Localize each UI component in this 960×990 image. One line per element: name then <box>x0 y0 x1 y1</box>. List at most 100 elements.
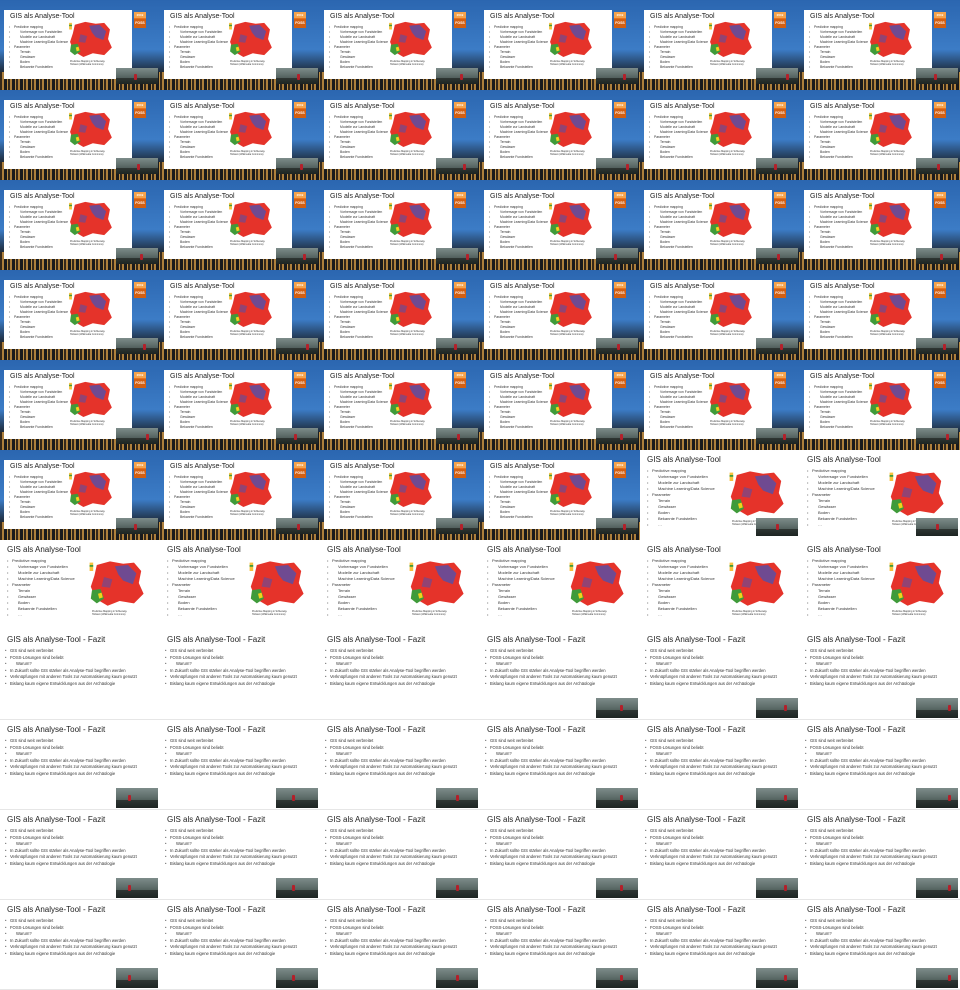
bullet-item: In Zukunft sollte GIS stärker als Analys… <box>325 938 457 945</box>
bullet-list: GIS sind weit verbreitetFOSS-Lösungen si… <box>805 828 937 868</box>
foss-logo-year: 2019 <box>454 282 466 288</box>
slide-thumbnail-59[interactable]: GIS als Analyse-Tool - Fazit GIS sind wei… <box>800 810 960 900</box>
slide-thumbnail-38[interactable]: GIS als Analyse-Tool Predictive mappingVo… <box>320 540 480 630</box>
speaker-video-inset <box>436 518 478 534</box>
foss-logo-text: FOSS <box>294 19 306 28</box>
slide-thumbnail-61[interactable]: GIS als Analyse-Tool - Fazit GIS sind wei… <box>160 900 320 990</box>
slide-thumbnail-45[interactable]: GIS als Analyse-Tool - Fazit GIS sind wei… <box>480 630 640 720</box>
slide-thumbnail-26[interactable]: GIS als Analyse-Tool Predictive mappingVo… <box>320 360 480 450</box>
slide-thumbnail-36[interactable]: GIS als Analyse-Tool Predictive mappingVo… <box>0 540 160 630</box>
slide-thumbnail-0[interactable]: GIS als Analyse-Tool Predictive mappingVo… <box>0 0 160 90</box>
slide-thumbnail-21[interactable]: GIS als Analyse-Tool Predictive mappingVo… <box>480 270 640 360</box>
slide-thumbnail-28[interactable]: GIS als Analyse-Tool Predictive mappingVo… <box>640 360 800 450</box>
slide-thumbnail-27[interactable]: GIS als Analyse-Tool Predictive mappingVo… <box>480 360 640 450</box>
slide-thumbnail-7[interactable]: GIS als Analyse-Tool Predictive mappingVo… <box>160 90 320 180</box>
slide-thumbnail-24[interactable]: GIS als Analyse-Tool Predictive mappingVo… <box>0 360 160 450</box>
slide-thumbnail-16[interactable]: GIS als Analyse-Tool Predictive mappingVo… <box>640 180 800 270</box>
bullet-item: Bislang kaum eigene Entwicklungen aus de… <box>165 951 297 958</box>
slide-thumbnail-41[interactable]: GIS als Analyse-Tool Predictive mappingVo… <box>800 540 960 630</box>
slide-thumbnail-1[interactable]: GIS als Analyse-Tool Predictive mappingVo… <box>160 0 320 90</box>
foss-logo-text: FOSS <box>934 199 946 208</box>
slide-thumbnail-53[interactable]: GIS als Analyse-Tool - Fazit GIS sind wei… <box>800 720 960 810</box>
slide-thumbnail-31[interactable]: GIS als Analyse-Tool Predictive mappingVo… <box>160 450 320 540</box>
slide-panel: GIS als Analyse-Tool Predictive mappingVo… <box>804 100 932 169</box>
slide-thumbnail-2[interactable]: GIS als Analyse-Tool Predictive mappingVo… <box>320 0 480 90</box>
slide-thumbnail-14[interactable]: GIS als Analyse-Tool Predictive mappingVo… <box>320 180 480 270</box>
slide-thumbnail-6[interactable]: GIS als Analyse-Tool Predictive mappingVo… <box>0 90 160 180</box>
speaker-video-inset <box>116 68 158 84</box>
bullet-item: … <box>327 612 395 618</box>
slide-thumbnail-22[interactable]: GIS als Analyse-Tool Predictive mappingVo… <box>640 270 800 360</box>
slide-thumbnail-34[interactable]: GIS als Analyse-Tool Predictive mappingVo… <box>640 450 800 540</box>
slide-thumbnail-20[interactable]: GIS als Analyse-Tool Predictive mappingVo… <box>320 270 480 360</box>
bullet-item: Verknüpfungen mit anderen Tools zur Auto… <box>325 944 457 951</box>
slide-thumbnail-50[interactable]: GIS als Analyse-Tool - Fazit GIS sind wei… <box>320 720 480 810</box>
map-caption-line: Holstein (Wikimedia Commons) <box>732 613 766 616</box>
slide-thumbnail-13[interactable]: GIS als Analyse-Tool Predictive mappingVo… <box>160 180 320 270</box>
slide-thumbnail-46[interactable]: GIS als Analyse-Tool - Fazit GIS sind wei… <box>640 630 800 720</box>
speaker-video-inset <box>916 158 958 174</box>
slide-thumbnail-18[interactable]: GIS als Analyse-Tool Predictive mappingVo… <box>0 270 160 360</box>
slide-thumbnail-5[interactable]: GIS als Analyse-Tool Predictive mappingVo… <box>800 0 960 90</box>
map-figure <box>866 380 914 423</box>
slide-thumbnail-65[interactable]: GIS als Analyse-Tool - Fazit GIS sind wei… <box>800 900 960 990</box>
slide-thumbnail-11[interactable]: GIS als Analyse-Tool Predictive mappingVo… <box>800 90 960 180</box>
bullet-list: GIS sind weit verbreitetFOSS-Lösungen si… <box>325 738 457 778</box>
slide-thumbnail-51[interactable]: GIS als Analyse-Tool - Fazit GIS sind wei… <box>480 720 640 810</box>
slide-thumbnail-48[interactable]: GIS als Analyse-Tool - Fazit GIS sind wei… <box>0 720 160 810</box>
slide-thumbnail-25[interactable]: GIS als Analyse-Tool Predictive mappingVo… <box>160 360 320 450</box>
slide-thumbnail-37[interactable]: GIS als Analyse-Tool Predictive mappingVo… <box>160 540 320 630</box>
slide-thumbnail-47[interactable]: GIS als Analyse-Tool - Fazit GIS sind wei… <box>800 630 960 720</box>
slide-thumbnail-56[interactable]: GIS als Analyse-Tool - Fazit GIS sind wei… <box>320 810 480 900</box>
slide-thumbnail-44[interactable]: GIS als Analyse-Tool - Fazit GIS sind wei… <box>320 630 480 720</box>
slide-thumbnail-40[interactable]: GIS als Analyse-Tool Predictive mappingVo… <box>640 540 800 630</box>
slide-thumbnail-10[interactable]: GIS als Analyse-Tool Predictive mappingVo… <box>640 90 800 180</box>
speaker-video-inset <box>276 428 318 444</box>
slide-thumbnail-23[interactable]: GIS als Analyse-Tool Predictive mappingVo… <box>800 270 960 360</box>
video-floor <box>756 167 798 174</box>
foss-logo-year: 2019 <box>774 372 786 378</box>
slide-thumbnail-60[interactable]: GIS als Analyse-Tool - Fazit GIS sind wei… <box>0 900 160 990</box>
bullet-item: FOSS-Lösungen sind beliebt <box>5 925 137 932</box>
slide-thumbnail-19[interactable]: GIS als Analyse-Tool Predictive mappingVo… <box>160 270 320 360</box>
speaker-video-inset <box>596 518 638 534</box>
slide-thumbnail-42[interactable]: GIS als Analyse-Tool - Fazit GIS sind wei… <box>0 630 160 720</box>
slide-thumbnail-35[interactable]: GIS als Analyse-Tool Predictive mappingVo… <box>800 450 960 540</box>
slide-thumbnail-55[interactable]: GIS als Analyse-Tool - Fazit GIS sind wei… <box>160 810 320 900</box>
slide-thumbnail-54[interactable]: GIS als Analyse-Tool - Fazit GIS sind wei… <box>0 810 160 900</box>
map-figure <box>726 468 786 523</box>
slide-thumbnail-58[interactable]: GIS als Analyse-Tool - Fazit GIS sind wei… <box>640 810 800 900</box>
video-floor <box>916 710 958 718</box>
slide-thumbnail-29[interactable]: GIS als Analyse-Tool Predictive mappingVo… <box>800 360 960 450</box>
slide-thumbnail-30[interactable]: GIS als Analyse-Tool Predictive mappingVo… <box>0 450 160 540</box>
bullet-item: FOSS-Lösungen sind beliebt <box>325 925 457 932</box>
slide-thumbnail-17[interactable]: GIS als Analyse-Tool Predictive mappingVo… <box>800 180 960 270</box>
slide-thumbnail-64[interactable]: GIS als Analyse-Tool - Fazit GIS sind wei… <box>640 900 800 990</box>
slide-thumbnail-33[interactable]: GIS als Analyse-Tool Predictive mappingVo… <box>480 450 640 540</box>
speaker-figure <box>934 73 937 80</box>
slide-thumbnail-15[interactable]: GIS als Analyse-Tool Predictive mappingVo… <box>480 180 640 270</box>
slide-thumbnail-12[interactable]: GIS als Analyse-Tool Predictive mappingVo… <box>0 180 160 270</box>
slide-thumbnail-63[interactable]: GIS als Analyse-Tool - Fazit GIS sind wei… <box>480 900 640 990</box>
video-floor <box>596 800 638 808</box>
bullet-item: Verknüpfungen mit anderen Tools zur Auto… <box>645 854 777 861</box>
slide-thumbnail-32[interactable]: GIS als Analyse-Tool Predictive mappingVo… <box>320 450 480 540</box>
slide-thumbnail-52[interactable]: GIS als Analyse-Tool - Fazit GIS sind wei… <box>640 720 800 810</box>
map-caption-line: Holstein (Wikimedia Commons) <box>230 63 264 66</box>
slide-thumbnail-39[interactable]: GIS als Analyse-Tool Predictive mappingVo… <box>480 540 640 630</box>
slide-thumbnail-4[interactable]: GIS als Analyse-Tool Predictive mappingVo… <box>640 0 800 90</box>
slide-title: GIS als Analyse-Tool <box>490 193 555 200</box>
bullet-item: In Zukunft sollte GIS stärker als Analys… <box>805 938 937 945</box>
foss-logo-year: 2019 <box>134 12 146 18</box>
speaker-video-inset <box>436 158 478 174</box>
slide-thumbnail-43[interactable]: GIS als Analyse-Tool - Fazit GIS sind wei… <box>160 630 320 720</box>
slide-thumbnail-9[interactable]: GIS als Analyse-Tool Predictive mappingVo… <box>480 90 640 180</box>
slide-thumbnail-8[interactable]: GIS als Analyse-Tool Predictive mappingVo… <box>320 90 480 180</box>
foss-logo-year: 2019 <box>934 102 946 108</box>
map-figure <box>886 558 946 613</box>
slide-thumbnail-49[interactable]: GIS als Analyse-Tool - Fazit GIS sind wei… <box>160 720 320 810</box>
slide-thumbnail-57[interactable]: GIS als Analyse-Tool - Fazit GIS sind wei… <box>480 810 640 900</box>
bullet-list: Predictive mappingVorhersage von Fundste… <box>329 25 388 70</box>
slide-thumbnail-3[interactable]: GIS als Analyse-Tool Predictive mappingVo… <box>480 0 640 90</box>
slide-thumbnail-62[interactable]: GIS als Analyse-Tool - Fazit GIS sind wei… <box>320 900 480 990</box>
